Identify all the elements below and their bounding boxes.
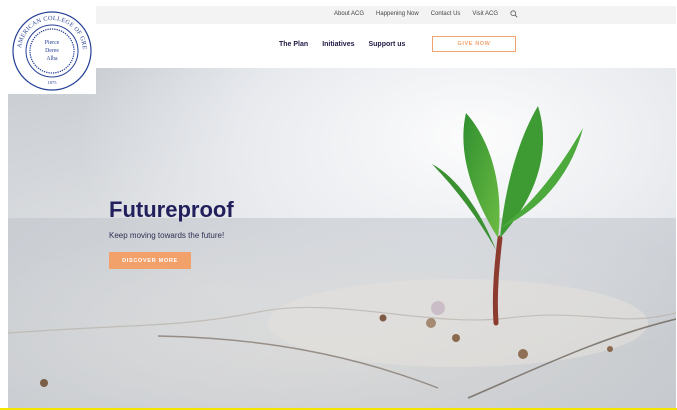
give-now-button[interactable]: GIVE NOW bbox=[432, 36, 516, 52]
discover-more-button[interactable]: DISCOVER MORE bbox=[109, 252, 191, 269]
logo-year: 1875 bbox=[47, 80, 57, 85]
hero-section: Futureproof Keep moving towards the futu… bbox=[8, 68, 676, 408]
happening-now-link[interactable]: Happening Now bbox=[376, 11, 419, 17]
nav-the-plan[interactable]: The Plan bbox=[279, 41, 308, 48]
nav-support-us[interactable]: Support us bbox=[368, 41, 405, 48]
main-menu: The Plan Initiatives Support us bbox=[279, 41, 405, 48]
logo-line-pierce: Pierce bbox=[45, 40, 60, 46]
page: About ACG Happening Now Contact Us Visit… bbox=[8, 6, 676, 408]
college-logo[interactable]: THE AMERICAN COLLEGE OF GREECE Pierce De… bbox=[8, 6, 96, 94]
hero-title: Futureproof bbox=[109, 197, 234, 222]
main-navigation: The Plan Initiatives Support us GIVE NOW bbox=[96, 24, 676, 68]
search-icon[interactable] bbox=[510, 10, 518, 18]
about-acg-link[interactable]: About ACG bbox=[334, 11, 364, 17]
college-seal-icon: THE AMERICAN COLLEGE OF GREECE Pierce De… bbox=[8, 6, 92, 91]
logo-line-alba: Alba bbox=[46, 56, 58, 62]
utility-links: About ACG Happening Now Contact Us Visit… bbox=[334, 10, 518, 18]
hero-copy: Futureproof Keep moving towards the futu… bbox=[109, 199, 234, 269]
visit-acg-link[interactable]: Visit ACG bbox=[472, 11, 498, 17]
hero-subtitle: Keep moving towards the future! bbox=[109, 231, 225, 240]
nav-initiatives[interactable]: Initiatives bbox=[322, 41, 354, 48]
search-icon-svg bbox=[510, 10, 518, 18]
contact-us-link[interactable]: Contact Us bbox=[431, 11, 461, 17]
utility-bar: About ACG Happening Now Contact Us Visit… bbox=[96, 6, 676, 24]
logo-line-deree: Deree bbox=[45, 48, 59, 54]
